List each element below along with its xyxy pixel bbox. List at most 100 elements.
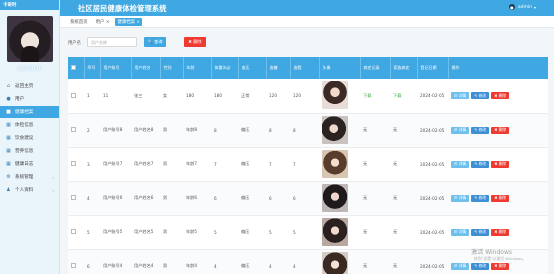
table-row: 1 11 张三女 180 180 正常 120 120 下载 下载 2024-02-05 ☰ 详情 ✎ … bbox=[68, 79, 548, 114]
sidebar-item-label: 返回主页 bbox=[15, 84, 34, 89]
cell-idx: 3 bbox=[84, 147, 100, 182]
detail-button[interactable]: ☰ 详情 bbox=[451, 194, 470, 202]
column-header-9: 血脂 bbox=[290, 57, 320, 79]
cell-account: 用户账号4 bbox=[100, 249, 131, 274]
table-header-row: 序号 用户账号 用户姓名 性别 年龄 体重(kg) 血压 血糖 血脂 头像 病史记录 家族病史 登记日期… bbox=[68, 57, 548, 79]
cell-actions: ☰ 详情 ✎ 修改 ✖ 删除 bbox=[448, 147, 548, 182]
delete-button[interactable]: ✖ 删除 bbox=[491, 92, 510, 100]
batch-delete-button[interactable]: ✖ 删除 bbox=[184, 37, 206, 47]
select-all-checkbox[interactable] bbox=[71, 65, 76, 70]
sidebar: 卡奇时 admin ⌂ 返回主页 ● 用户 ■ 健康档案 ▦ 体检信息 ▦ 饮食建议 ▦ 营养信息 ▦ 健… bbox=[0, 0, 60, 274]
grid-icon: ▦ bbox=[6, 134, 11, 141]
sidebar-item-8[interactable]: ♟ 个人资料 ‹ bbox=[0, 184, 59, 196]
row-checkbox[interactable] bbox=[71, 161, 76, 166]
sidebar-item-7[interactable]: ⚙ 系统管理 ‹ bbox=[0, 171, 59, 183]
cell-actions: ☰ 详情 ✎ 修改 ✖ 删除 bbox=[448, 181, 548, 216]
sidebar-item-1[interactable]: ● 用户 bbox=[0, 93, 59, 105]
row-checkbox[interactable] bbox=[71, 127, 76, 132]
delete-button[interactable]: ✖ 删除 bbox=[491, 126, 510, 134]
grid-icon: ▦ bbox=[6, 147, 11, 154]
cell-account: 用户账号6 bbox=[100, 181, 131, 216]
column-header-4: 性别 bbox=[160, 57, 184, 79]
edit-button[interactable]: ✎ 修改 bbox=[471, 228, 490, 236]
column-header-6: 体重(kg) bbox=[211, 57, 239, 79]
search-label: 用户名 bbox=[68, 41, 81, 46]
user-menu[interactable]: ● admin ▾ bbox=[508, 4, 536, 10]
cell-sugar: 8 bbox=[266, 113, 290, 148]
sidebar-item-label: 个人资料 bbox=[15, 188, 34, 193]
user-avatar bbox=[6, 16, 53, 62]
cell-name: 用户姓名6 bbox=[131, 181, 160, 216]
cell-name: 张三 bbox=[131, 79, 160, 114]
row-checkbox[interactable] bbox=[71, 229, 76, 234]
column-header-3: 用户姓名 bbox=[131, 57, 161, 79]
cell-family: 无 bbox=[390, 215, 417, 250]
avatar-photo bbox=[322, 149, 348, 178]
cell-actions: ☰ 详情 ✎ 修改 ✖ 删除 bbox=[448, 79, 548, 114]
cell-photo bbox=[319, 113, 360, 148]
cell-name: 用户姓名5 bbox=[131, 215, 160, 250]
cell-photo bbox=[319, 215, 360, 250]
cell-weight: 7 bbox=[211, 147, 238, 182]
column-header-5: 年龄 bbox=[183, 57, 212, 79]
search-input[interactable]: 用户名称 bbox=[87, 37, 137, 47]
sidebar-item-label: 营养信息 bbox=[15, 149, 34, 154]
tab-1[interactable]: 用户 × bbox=[94, 18, 112, 26]
edit-button[interactable]: ✎ 修改 bbox=[471, 126, 490, 134]
edit-button[interactable]: ✎ 修改 bbox=[471, 262, 490, 270]
cell-idx: 5 bbox=[84, 215, 100, 250]
row-checkbox[interactable] bbox=[71, 263, 76, 268]
cell-actions: ☰ 详情 ✎ 修改 ✖ 删除 bbox=[448, 113, 548, 148]
table-row: 5 用户账号5 用户姓名5 男年龄5 5 偏压 5 5 无无 2024-02-05 ☰ 详情 ✎ 修改… bbox=[68, 215, 548, 250]
row-select-cell bbox=[68, 79, 84, 114]
cell-account: 用户账号5 bbox=[100, 215, 131, 250]
sidebar-item-4[interactable]: ▦ 饮食建议 bbox=[0, 132, 59, 144]
search-bar: 用户名 用户名称 🔍 查询 ✖ 删除 bbox=[60, 29, 554, 55]
table-body: 1 11 张三女 180 180 正常 120 120 下载 下载 2024-02-05 ☰ 详情 ✎ … bbox=[68, 79, 548, 274]
search-button[interactable]: 🔍 查询 bbox=[144, 37, 166, 47]
column-header-1: 序号 bbox=[84, 57, 101, 79]
detail-button[interactable]: ☰ 详情 bbox=[451, 160, 470, 168]
delete-button[interactable]: ✖ 删除 bbox=[491, 194, 510, 202]
cell-family: 无 bbox=[390, 113, 417, 148]
cell-fat: 4 bbox=[290, 249, 319, 274]
cell-sugar: 120 bbox=[266, 79, 290, 114]
row-checkbox[interactable] bbox=[71, 92, 76, 98]
sidebar-username: admin bbox=[17, 65, 42, 72]
detail-button[interactable]: ☰ 详情 bbox=[451, 126, 470, 134]
cell-date: 2024-02-05 bbox=[417, 215, 448, 250]
cell-gender: 男 bbox=[160, 215, 183, 250]
sidebar-item-5[interactable]: ▦ 营养信息 bbox=[0, 145, 59, 157]
cell-history: 无 bbox=[360, 147, 390, 182]
sidebar-menu: ⌂ 返回主页 ● 用户 ■ 健康档案 ▦ 体检信息 ▦ 饮食建议 ▦ 营养信息 ▦ 健康日志 ⚙ 系统管理 ‹ ♟… bbox=[0, 80, 59, 196]
tab-2[interactable]: 健康档案 × bbox=[115, 17, 143, 26]
delete-button[interactable]: ✖ 删除 bbox=[491, 262, 510, 270]
sidebar-item-6[interactable]: ▦ 健康日志 bbox=[0, 158, 59, 170]
table-row: 3 用户账号7 用户姓名7 男年龄7 7 偏压 7 7 无无 2024-02-05 ☰ 详情 ✎ 修改… bbox=[68, 147, 548, 182]
sidebar-item-label: 系统管理 bbox=[15, 175, 34, 180]
delete-button[interactable]: ✖ 删除 bbox=[491, 160, 510, 168]
cell-history[interactable]: 下载 bbox=[360, 79, 390, 114]
detail-button[interactable]: ☰ 详情 bbox=[451, 92, 470, 100]
sidebar-item-3[interactable]: ▦ 体检信息 bbox=[0, 119, 59, 131]
cell-history: 无 bbox=[360, 181, 390, 216]
row-actions: ☰ 详情 ✎ 修改 ✖ 删除 bbox=[451, 92, 548, 100]
edit-button[interactable]: ✎ 修改 bbox=[471, 194, 490, 202]
cell-fat: 5 bbox=[290, 215, 319, 250]
delete-button[interactable]: ✖ 删除 bbox=[491, 228, 510, 236]
detail-button[interactable]: ☰ 详情 bbox=[451, 262, 470, 270]
cell-weight: 5 bbox=[211, 215, 238, 250]
tab-0[interactable]: 系统首页 bbox=[68, 18, 90, 26]
avatar-photo bbox=[322, 183, 348, 212]
row-checkbox[interactable] bbox=[71, 195, 76, 200]
sidebar-item-2[interactable]: ■ 健康档案 bbox=[0, 106, 59, 118]
sidebar-item-0[interactable]: ⌂ 返回主页 bbox=[0, 80, 59, 92]
cell-idx: 6 bbox=[84, 249, 100, 274]
edit-button[interactable]: ✎ 修改 bbox=[471, 92, 490, 100]
cell-bp: 正常 bbox=[238, 79, 266, 114]
cell-age: 180 bbox=[183, 79, 211, 114]
cell-history: 无 bbox=[360, 249, 390, 274]
detail-button[interactable]: ☰ 详情 bbox=[451, 228, 470, 236]
cell-family[interactable]: 下载 bbox=[390, 79, 417, 114]
edit-button[interactable]: ✎ 修改 bbox=[471, 160, 490, 168]
